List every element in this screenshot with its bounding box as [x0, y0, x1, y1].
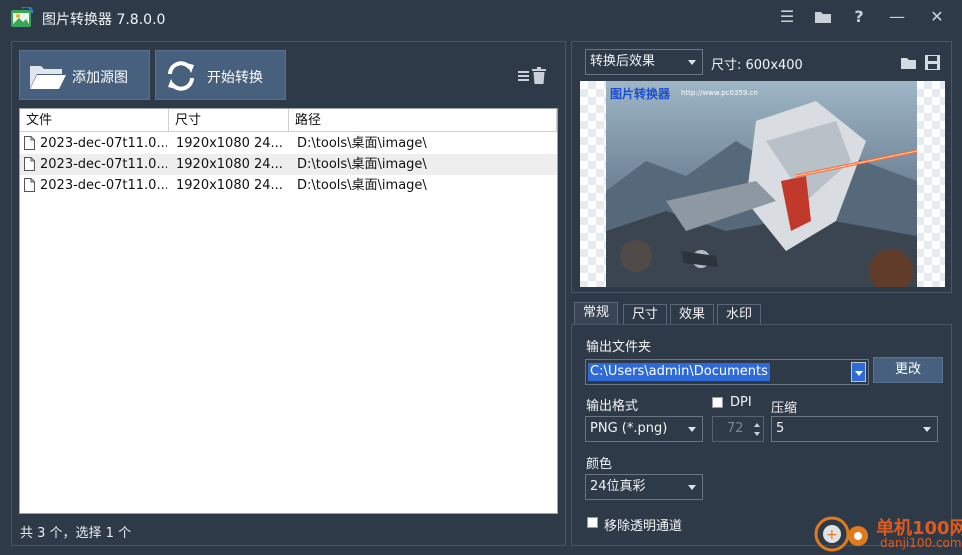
cell-path: D:\tools\桌面\image\ [297, 157, 427, 172]
watermark-url: http://www.pc0359.cn [681, 89, 758, 97]
chevron-down-icon[interactable] [754, 432, 760, 436]
output-folder-label: 输出文件夹 [586, 340, 652, 355]
minimize-icon[interactable]: — [884, 6, 910, 28]
output-format-label: 输出格式 [586, 399, 639, 414]
compress-label: 压缩 [771, 401, 798, 416]
save-icon[interactable] [924, 54, 942, 71]
help-icon[interactable]: ? [846, 6, 872, 28]
dpi-stepper[interactable]: 72 [712, 416, 764, 442]
source-panel: 添加源图 开始转换 文件 尺寸 路径 2023-dec-07t11.0... 1… [11, 41, 566, 546]
compress-value: 5 [776, 421, 785, 436]
color-label: 颜色 [586, 457, 613, 472]
watermark-text: 图片转换器 [610, 87, 671, 101]
output-format-value: PNG (*.png) [590, 421, 668, 436]
refresh-icon [168, 61, 194, 91]
preview-image-area: 图片转换器 http://www.pc0359.cn [580, 81, 945, 287]
list-icon [518, 71, 529, 81]
open-folder-icon[interactable] [900, 54, 918, 71]
compress-select[interactable]: 5 [771, 416, 938, 442]
table-row[interactable]: 2023-dec-07t11.0... 1920x1080 24... D:\t… [20, 133, 557, 154]
file-icon [24, 136, 35, 150]
dpi-value: 72 [727, 421, 744, 436]
cell-size: 1920x1080 24... [176, 178, 283, 193]
preview-image: 图片转换器 http://www.pc0359.cn [606, 81, 917, 287]
tab-effects[interactable]: 效果 [670, 304, 715, 324]
preview-artwork [606, 81, 917, 287]
start-convert-label: 开始转换 [207, 70, 263, 86]
status-text: 共 3 个，选择 1 个 [20, 526, 132, 541]
add-source-label: 添加源图 [72, 70, 128, 86]
output-folder-dropdown[interactable] [851, 362, 866, 382]
change-folder-button[interactable]: 更改 [873, 357, 943, 383]
cell-file: 2023-dec-07t11.0... [40, 157, 167, 172]
close-icon[interactable]: ✕ [924, 6, 950, 28]
cell-path: D:\tools\桌面\image\ [297, 178, 427, 193]
dpi-label: DPI [730, 395, 752, 410]
preview-size-text: 尺寸: 600x400 [711, 58, 803, 73]
remove-alpha-label: 移除透明通道 [604, 519, 683, 534]
app-logo-icon [11, 7, 34, 27]
chevron-up-icon[interactable] [754, 423, 760, 427]
preview-panel: 转换后效果 尺寸: 600x400 图片转换器 http://www.pc035… [571, 41, 952, 293]
tab-general[interactable]: 常规 [574, 302, 619, 325]
cell-file: 2023-dec-07t11.0... [40, 136, 167, 151]
svg-text:+: + [826, 527, 838, 543]
open-folder-icon [30, 66, 66, 89]
table-row[interactable]: 2023-dec-07t11.0... 1920x1080 24... D:\t… [20, 175, 557, 196]
file-icon [24, 178, 35, 192]
preview-mode-value: 转换后效果 [590, 54, 656, 69]
chevron-down-icon [855, 371, 863, 376]
brand-url: danji100.com [880, 536, 962, 550]
chevron-down-icon [688, 60, 696, 65]
add-source-button[interactable]: 添加源图 [19, 50, 150, 100]
file-icon [24, 157, 35, 171]
menu-icon[interactable]: ☰ [774, 6, 800, 28]
clear-list-button[interactable] [518, 66, 550, 86]
cell-file: 2023-dec-07t11.0... [40, 178, 167, 193]
table-row[interactable]: 2023-dec-07t11.0... 1920x1080 24... D:\t… [20, 154, 557, 175]
tab-watermark[interactable]: 水印 [717, 304, 762, 324]
trash-icon [532, 67, 546, 84]
brand-watermark: + 单机100网 danji100.com [812, 512, 962, 555]
column-header-path[interactable]: 路径 [289, 109, 557, 132]
chevron-down-icon [688, 427, 696, 432]
cell-size: 1920x1080 24... [176, 157, 283, 172]
color-select[interactable]: 24位真彩 [585, 474, 703, 500]
color-value: 24位真彩 [590, 479, 646, 494]
folder-icon[interactable] [810, 6, 836, 28]
column-header-file[interactable]: 文件 [20, 109, 169, 132]
table-header: 文件 尺寸 路径 [20, 109, 557, 132]
tab-size[interactable]: 尺寸 [623, 304, 668, 324]
chevron-down-icon [923, 427, 931, 432]
remove-alpha-checkbox[interactable] [587, 517, 598, 528]
output-folder-combo[interactable]: C:\Users\admin\Documents [585, 359, 869, 385]
cell-size: 1920x1080 24... [176, 136, 283, 151]
title-bar: 图片转换器 7.8.0.0 ☰ ? — ✕ [0, 0, 962, 36]
chevron-down-icon [688, 485, 696, 490]
output-folder-value: C:\Users\admin\Documents [588, 363, 770, 381]
file-table: 文件 尺寸 路径 2023-dec-07t11.0... 1920x1080 2… [19, 108, 558, 514]
brand-logo-icon: + [814, 516, 868, 552]
cell-path: D:\tools\桌面\image\ [297, 136, 427, 151]
preview-mode-select[interactable]: 转换后效果 [585, 49, 703, 75]
column-header-size[interactable]: 尺寸 [169, 109, 289, 132]
start-convert-button[interactable]: 开始转换 [155, 50, 286, 100]
output-format-select[interactable]: PNG (*.png) [585, 416, 703, 442]
dpi-checkbox[interactable] [712, 397, 723, 408]
app-title: 图片转换器 7.8.0.0 [42, 12, 166, 28]
